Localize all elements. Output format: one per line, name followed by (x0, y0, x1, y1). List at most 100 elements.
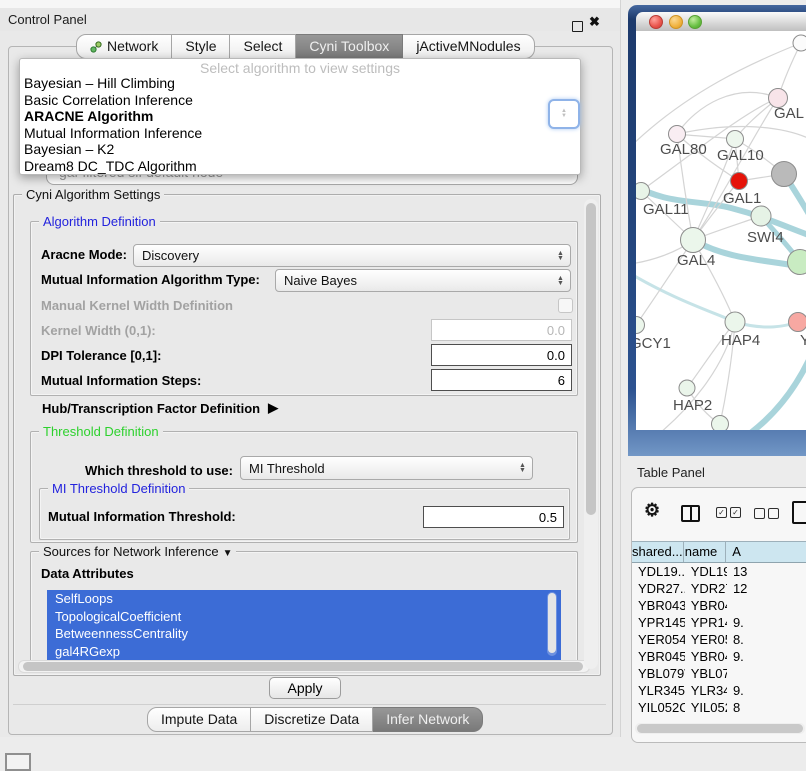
hub-definition-label: Hub/Transcription Factor Definition (42, 401, 260, 416)
stepper-icon: ▲▼ (515, 458, 530, 478)
dpi-tolerance-field[interactable]: 0.0 (431, 344, 572, 366)
which-threshold-combobox[interactable]: MI Threshold ▲▼ (240, 456, 533, 480)
attribute-item-gal4rgexp[interactable]: gal4RGexp (47, 643, 561, 661)
network-node[interactable] (725, 312, 745, 332)
apply-button[interactable]: Apply (269, 677, 341, 699)
tab-label: Cyni Toolbox (309, 35, 389, 58)
table-header[interactable]: shared...nameA (632, 541, 806, 563)
zoom-traffic-light-icon[interactable] (688, 15, 702, 29)
close-icon[interactable]: ✖ (589, 14, 600, 30)
algorithm-option-bayesian-k2[interactable]: Bayesian – K2 (20, 141, 580, 158)
mi-type-label: Mutual Information Algorithm Type: (41, 270, 260, 290)
kernel-width-label: Kernel Width (0,1): (41, 321, 156, 341)
column-header-shared[interactable]: shared... (632, 542, 684, 562)
attribute-item-topologicalcoefficient[interactable]: TopologicalCoefficient (47, 608, 561, 626)
manual-kernel-checkbox[interactable] (558, 298, 573, 313)
table-cell: 13 (727, 563, 806, 580)
network-node[interactable] (681, 228, 706, 253)
data-attributes-label: Data Attributes (41, 564, 134, 584)
node-label-gal1: GAL1 (723, 190, 761, 207)
gear-icon[interactable]: ⚙ (644, 500, 660, 521)
column-header-name[interactable]: name (684, 542, 726, 562)
close-traffic-light-icon[interactable] (649, 15, 663, 29)
algorithm-option-mutual-information-inference[interactable]: Mutual Information Inference (20, 125, 580, 142)
algorithm-option-dream8-dc-tdc-algorithm[interactable]: Dream8 DC_TDC Algorithm (20, 158, 580, 175)
network-node[interactable] (772, 162, 797, 187)
horizontal-scrollbar[interactable] (18, 660, 590, 673)
which-threshold-label: Which threshold to use: (41, 461, 233, 481)
table-cell: 9. (727, 682, 806, 699)
combobox-stepper-fragment[interactable]: ▲ ▼ (548, 99, 580, 129)
algorithm-option-aracne-algorithm[interactable]: ARACNE Algorithm (20, 108, 580, 125)
tab-select[interactable]: Select (230, 34, 296, 59)
cyni-toolbox-panel: gal-filtered sif default node Select alg… (8, 46, 613, 735)
mi-type-combobox[interactable]: Naive Bayes ▲▼ (275, 269, 571, 292)
network-node[interactable] (679, 380, 695, 396)
table-row[interactable]: YIL052CYIL052C8 (632, 699, 806, 713)
aracne-mode-combobox[interactable]: Discovery ▲▼ (133, 244, 571, 267)
table-row[interactable]: YBR045CYBR045C9. (632, 648, 806, 665)
network-node[interactable] (712, 416, 729, 431)
vertical-scrollbar[interactable] (584, 199, 598, 669)
tab-network[interactable]: Network (76, 34, 172, 59)
network-edge[interactable] (636, 271, 735, 322)
network-node[interactable] (793, 35, 806, 51)
algorithm-option-basic-correlation-inference[interactable]: Basic Correlation Inference (20, 92, 580, 109)
network-node[interactable] (751, 206, 771, 226)
network-node[interactable] (669, 126, 686, 143)
network-canvas[interactable]: GALGAL80GAL10GAL1GAL11SWI4GAL4HAP4YGCY1H… (636, 31, 806, 430)
table-row[interactable]: YDL19...YDL19...13 (632, 563, 806, 580)
table-cell (727, 597, 806, 614)
tab-cyni-toolbox[interactable]: Cyni Toolbox (296, 34, 403, 59)
table-row[interactable]: YPR145WYPR145W9. (632, 614, 806, 631)
table-row[interactable]: YER054CYER054C8. (632, 631, 806, 648)
node-label-y: Y (800, 332, 806, 349)
network-window-titlebar[interactable] (636, 12, 806, 32)
tab-jactivemnodules[interactable]: jActiveMNodules (403, 34, 534, 59)
network-node[interactable] (731, 173, 748, 190)
deselect-checks-icon[interactable] (754, 508, 779, 519)
mi-threshold-field[interactable]: 0.5 (423, 506, 564, 528)
panel-title: Control Panel (8, 12, 87, 27)
hub-definition-expander[interactable]: Hub/Transcription Factor Definition ▶ (42, 400, 278, 416)
table-cell: YLR345W (632, 682, 685, 699)
collapsed-panel-grip[interactable] (5, 753, 31, 771)
network-node[interactable] (636, 317, 645, 334)
split-columns-icon[interactable] (681, 505, 700, 522)
minimize-traffic-light-icon[interactable] (669, 15, 683, 29)
mi-steps-field[interactable]: 6 (431, 369, 572, 391)
table-row[interactable]: YDR27...YDR27...12 (632, 580, 806, 597)
float-window-icon[interactable] (572, 21, 583, 32)
table-row[interactable]: YBL079WYBL079W (632, 665, 806, 682)
sources-title[interactable]: Sources for Network Inference▼ (39, 544, 236, 559)
collapse-arrow-icon: ▼ (223, 548, 233, 559)
table-row[interactable]: YLR345WYLR345W9. (632, 682, 806, 699)
table-row[interactable]: YBR043CYBR043C (632, 597, 806, 614)
node-label-swi4: SWI4 (747, 229, 784, 246)
page-icon[interactable] (792, 501, 806, 524)
tab-infer-network[interactable]: Infer Network (373, 707, 483, 732)
algorithm-option-bayesian-hill-climbing[interactable]: Bayesian – Hill Climbing (20, 75, 580, 92)
tab-impute-data[interactable]: Impute Data (147, 707, 251, 732)
settings-group-title: Cyni Algorithm Settings (22, 187, 164, 202)
tab-style[interactable]: Style (172, 34, 230, 59)
tab-label: jActiveMNodules (416, 35, 520, 58)
column-header-a[interactable]: A (726, 542, 806, 562)
list-scrollbar[interactable] (547, 592, 557, 656)
mi-type-value: Naive Bayes (284, 273, 357, 288)
kernel-width-field[interactable]: 0.0 (431, 319, 572, 341)
attribute-item-betweennesscentrality[interactable]: BetweennessCentrality (47, 625, 561, 643)
threshold-definition-group: Threshold Definition Which threshold to … (30, 431, 578, 543)
network-node[interactable] (636, 183, 650, 200)
attribute-item-selfloops[interactable]: SelfLoops (47, 590, 561, 608)
table-cell: YBL079W (685, 665, 727, 682)
network-graph: GALGAL80GAL10GAL1GAL11SWI4GAL4HAP4YGCY1H… (636, 31, 806, 430)
table-horizontal-scrollbar[interactable] (635, 723, 805, 734)
select-checks-icon[interactable]: ✓✓ (716, 507, 741, 518)
network-node[interactable] (727, 131, 744, 148)
tab-discretize-data[interactable]: Discretize Data (251, 707, 373, 732)
network-node[interactable] (789, 313, 806, 332)
table-cell: YBR045C (632, 648, 685, 665)
algorithm-definition-title: Algorithm Definition (39, 214, 160, 229)
table-cell: YBR045C (685, 648, 727, 665)
